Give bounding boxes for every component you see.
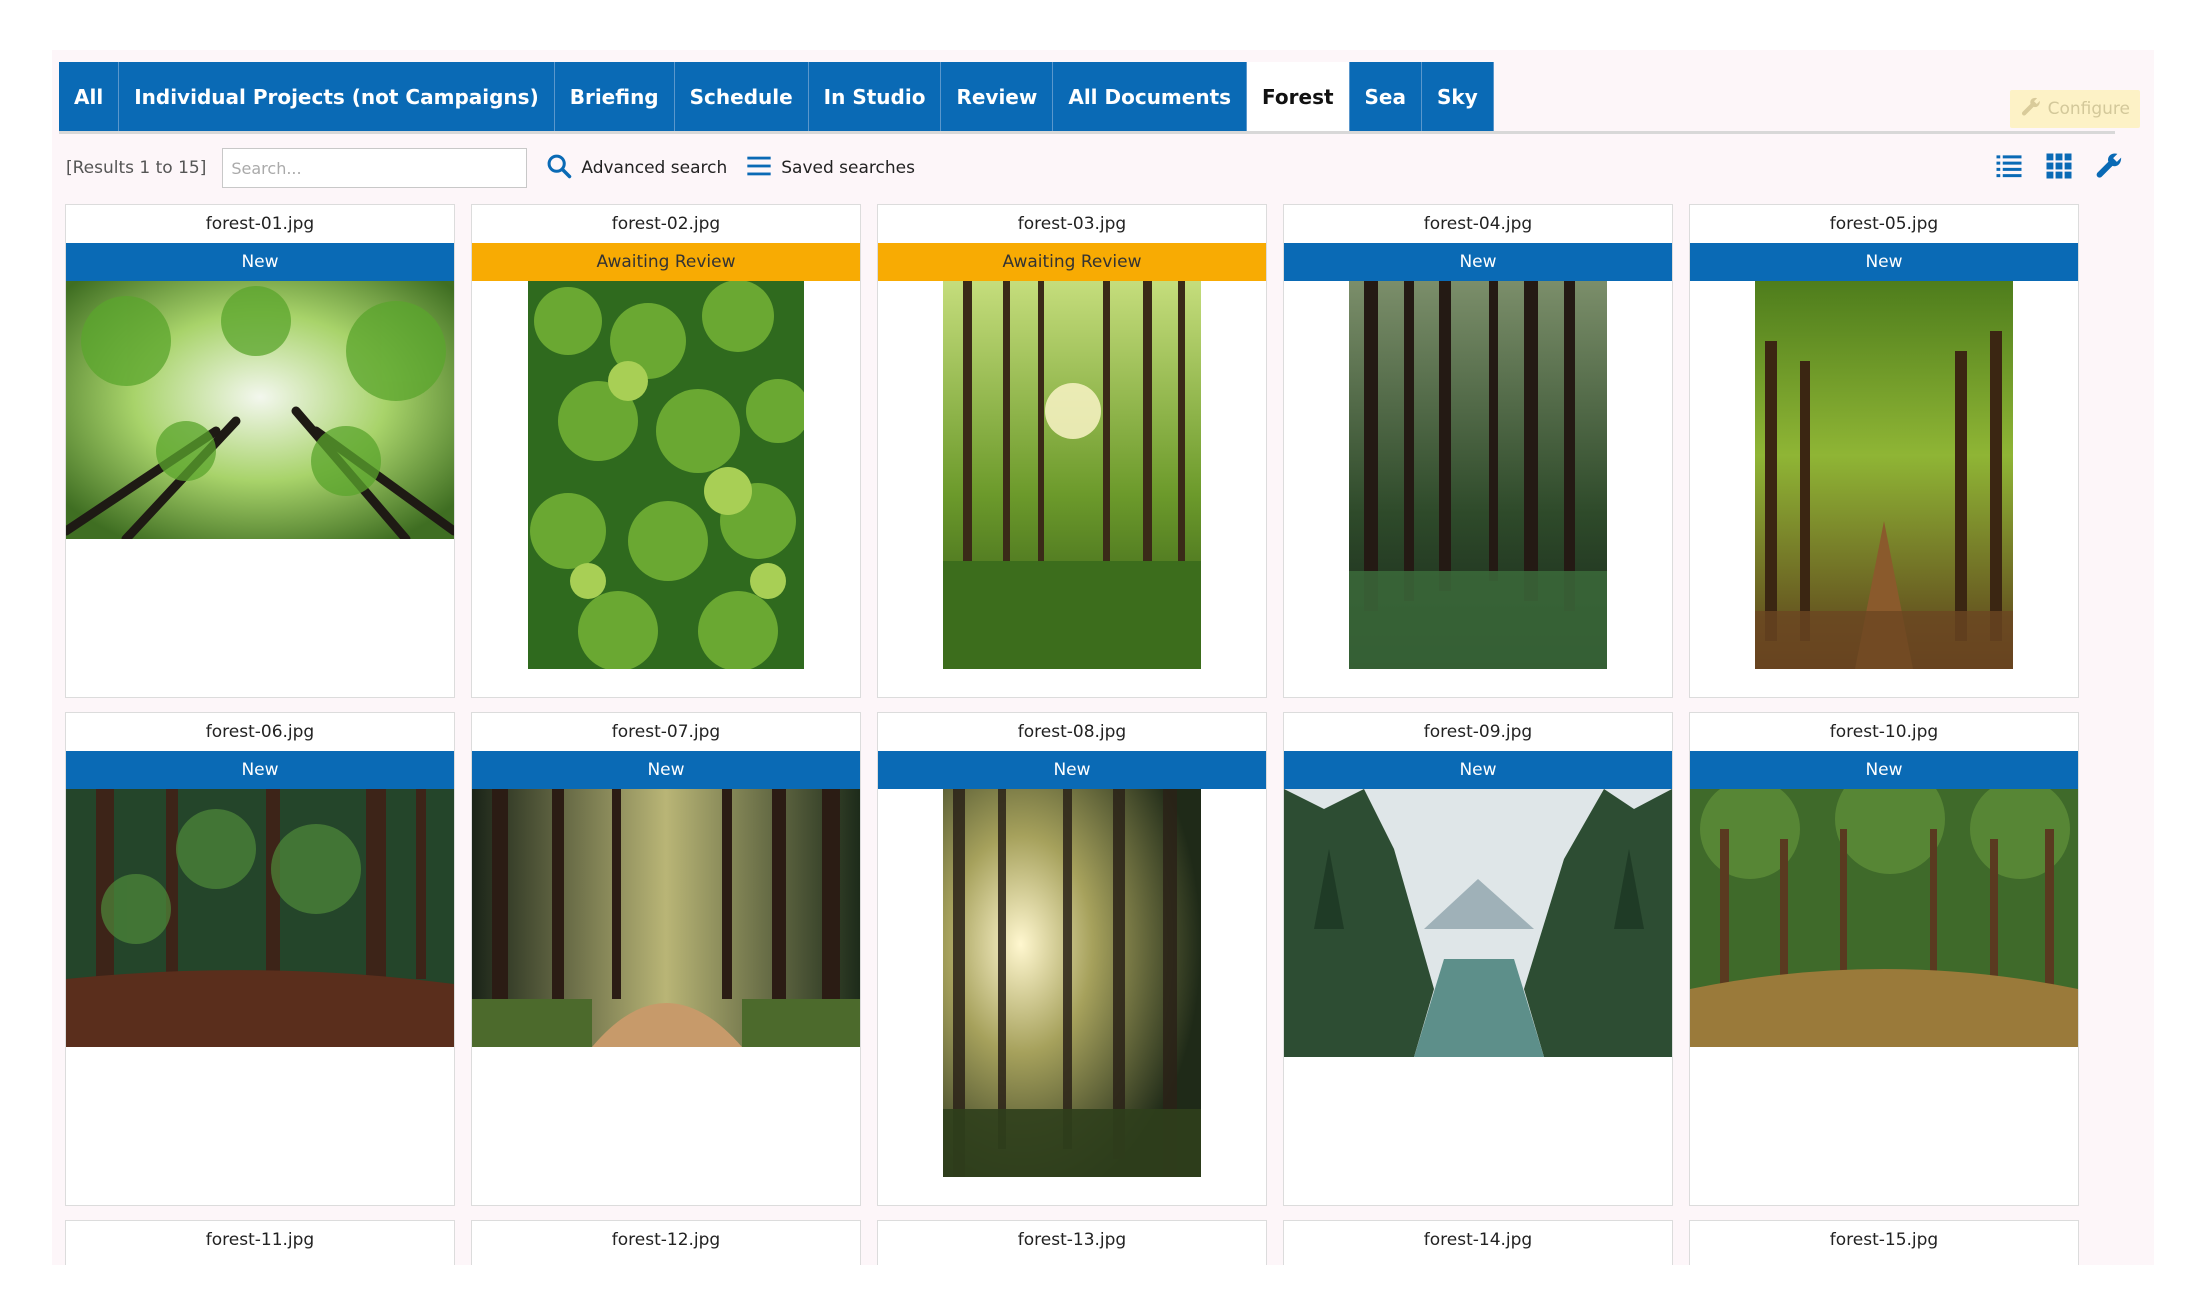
tab-sky[interactable]: Sky <box>1422 62 1494 131</box>
asset-filename: forest-10.jpg <box>1829 722 1939 742</box>
asset-card[interactable]: forest-05.jpg New <box>1689 204 2079 698</box>
status-badge: Awaiting Review <box>472 243 860 281</box>
asset-filename: forest-05.jpg <box>1829 214 1939 234</box>
thumbnail-image[interactable] <box>1755 281 2013 669</box>
asset-filename: forest-01.jpg <box>205 214 315 234</box>
status-badge: New <box>1690 243 2078 281</box>
advanced-search-link[interactable]: Advanced search <box>545 152 727 185</box>
wrench-icon[interactable] <box>2094 151 2124 186</box>
asset-filename: forest-07.jpg <box>611 722 721 742</box>
tab-all[interactable]: All <box>59 62 120 131</box>
asset-filename: forest-03.jpg <box>1017 214 1127 234</box>
asset-card[interactable]: forest-09.jpg New <box>1283 712 1673 1206</box>
thumbnail-image[interactable] <box>66 789 454 1047</box>
asset-filename: forest-13.jpg <box>1017 1230 1127 1250</box>
asset-filename: forest-11.jpg <box>205 1230 315 1250</box>
asset-card[interactable]: forest-01.jpg New <box>65 204 455 698</box>
search-input[interactable] <box>222 148 528 188</box>
asset-card[interactable]: forest-14.jpg <box>1283 1220 1673 1265</box>
asset-filename: forest-09.jpg <box>1423 722 1533 742</box>
asset-filename: forest-06.jpg <box>205 722 315 742</box>
configure-button[interactable]: Configure <box>2009 90 2140 128</box>
asset-filename: forest-14.jpg <box>1423 1230 1533 1250</box>
saved-searches-link[interactable]: Saved searches <box>745 152 915 185</box>
advanced-search-label: Advanced search <box>581 158 728 178</box>
tab-individual-projects[interactable]: Individual Projects (not Campaigns) <box>119 62 555 131</box>
status-badge: New <box>1284 243 1672 281</box>
search-icon <box>545 152 573 185</box>
asset-card[interactable]: forest-12.jpg <box>471 1220 861 1265</box>
thumbnail-image[interactable] <box>1284 789 1672 1057</box>
tab-schedule[interactable]: Schedule <box>674 62 809 131</box>
main-panel: All Individual Projects (not Campaigns) … <box>52 50 2154 1265</box>
thumbnail-image[interactable] <box>66 281 454 539</box>
wrench-icon <box>2020 96 2042 123</box>
tab-all-documents[interactable]: All Documents <box>1053 62 1248 131</box>
asset-card[interactable]: forest-03.jpg Awaiting Review <box>877 204 1267 698</box>
asset-grid: forest-01.jpg New forest-02.jpg Awaiting… <box>65 204 2079 1265</box>
asset-card[interactable]: forest-11.jpg <box>65 1220 455 1265</box>
list-view-icon[interactable] <box>1994 151 2024 186</box>
search-toolbar: [Results 1 to 15] Advanced search Saved … <box>66 146 2142 190</box>
thumbnail-image[interactable] <box>1690 789 2078 1047</box>
asset-filename: forest-04.jpg <box>1423 214 1533 234</box>
asset-card[interactable]: forest-13.jpg <box>877 1220 1267 1265</box>
status-badge: New <box>1284 751 1672 789</box>
asset-filename: forest-02.jpg <box>611 214 721 234</box>
tab-sea[interactable]: Sea <box>1349 62 1422 131</box>
asset-card[interactable]: forest-08.jpg New <box>877 712 1267 1206</box>
thumbnail-image[interactable] <box>943 281 1201 669</box>
configure-label: Configure <box>2047 99 2130 119</box>
status-badge: New <box>66 243 454 281</box>
view-toggle-group <box>1994 146 2124 190</box>
status-badge: New <box>66 751 454 789</box>
results-count: [Results 1 to 15] <box>66 158 207 178</box>
tab-bar: All Individual Projects (not Campaigns) … <box>59 62 2115 134</box>
saved-searches-label: Saved searches <box>781 158 915 178</box>
thumbnail-image[interactable] <box>528 281 804 669</box>
status-badge: Awaiting Review <box>878 243 1266 281</box>
hamburger-icon <box>745 152 773 185</box>
thumbnail-image[interactable] <box>1349 281 1607 669</box>
asset-card[interactable]: forest-10.jpg New <box>1689 712 2079 1206</box>
grid-view-icon[interactable] <box>2044 151 2074 186</box>
status-badge: New <box>1690 751 2078 789</box>
asset-card[interactable]: forest-06.jpg New <box>65 712 455 1206</box>
thumbnail-image[interactable] <box>472 789 860 1047</box>
asset-filename: forest-08.jpg <box>1017 722 1127 742</box>
asset-filename: forest-12.jpg <box>611 1230 721 1250</box>
asset-card[interactable]: forest-07.jpg New <box>471 712 861 1206</box>
asset-card[interactable]: forest-02.jpg Awaiting Review <box>471 204 861 698</box>
tab-review[interactable]: Review <box>941 62 1054 131</box>
asset-card[interactable]: forest-15.jpg <box>1689 1220 2079 1265</box>
tab-forest[interactable]: Forest <box>1247 62 1350 131</box>
asset-card[interactable]: forest-04.jpg New <box>1283 204 1673 698</box>
tab-in-studio[interactable]: In Studio <box>808 62 942 131</box>
status-badge: New <box>472 751 860 789</box>
tab-briefing[interactable]: Briefing <box>554 62 675 131</box>
thumbnail-image[interactable] <box>943 789 1201 1177</box>
status-badge: New <box>878 751 1266 789</box>
asset-filename: forest-15.jpg <box>1829 1230 1939 1250</box>
